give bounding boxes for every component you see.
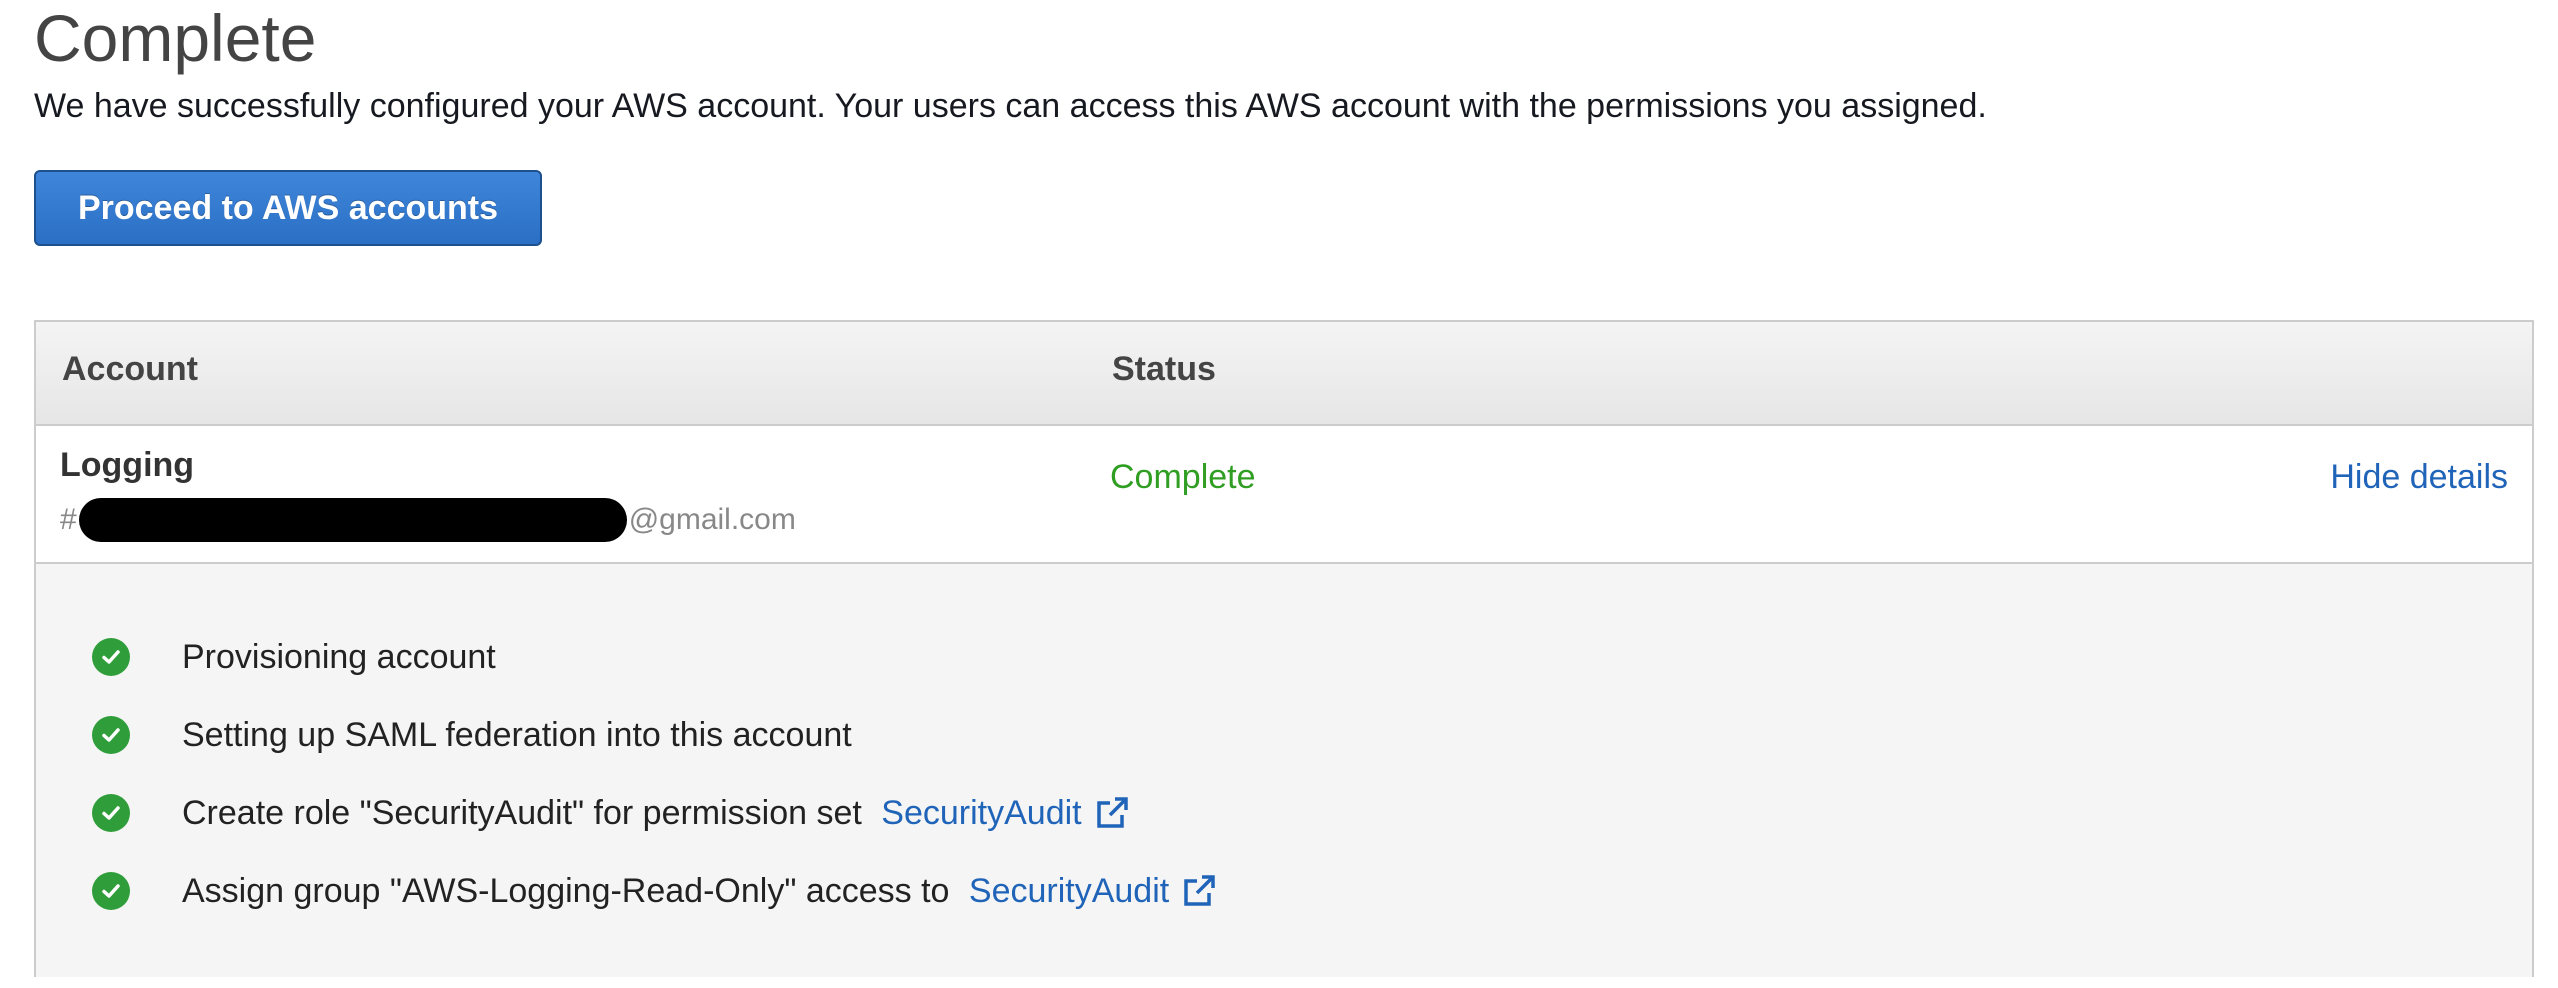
step-item-saml: Setting up SAML federation into this acc… <box>92 710 852 760</box>
column-header-status: Status <box>1112 350 1216 388</box>
account-name: Logging <box>60 446 195 484</box>
step-item-provisioning: Provisioning account <box>92 632 496 682</box>
step-text: Provisioning account <box>182 637 496 676</box>
step-item-assign-group: Assign group "AWS-Logging-Read-Only" acc… <box>92 866 1219 916</box>
step-text: Setting up SAML federation into this acc… <box>182 715 852 754</box>
check-circle-icon <box>92 872 130 910</box>
page-subtitle: We have successfully configured your AWS… <box>34 87 1987 125</box>
check-circle-icon <box>92 638 130 676</box>
page-title: Complete <box>34 1 317 75</box>
accounts-table: Account Status Logging # @gmail.com Comp… <box>34 320 2534 977</box>
permission-set-link[interactable]: SecurityAudit <box>969 872 1169 911</box>
check-circle-icon <box>92 716 130 754</box>
account-email-suffix: @gmail.com <box>628 503 796 536</box>
redaction-bar <box>78 498 627 542</box>
permission-set-link[interactable]: SecurityAudit <box>881 794 1081 833</box>
proceed-to-aws-accounts-button[interactable]: Proceed to AWS accounts <box>34 170 542 246</box>
table-row: Logging # @gmail.com Complete Hide detai… <box>36 426 2532 564</box>
check-circle-icon <box>92 794 130 832</box>
account-email: # @gmail.com <box>60 498 796 542</box>
account-email-prefix: # <box>60 503 77 536</box>
status-badge: Complete <box>1110 458 1256 496</box>
details-panel: Provisioning account Setting up SAML fed… <box>36 564 2532 977</box>
step-item-create-role: Create role "SecurityAudit" for permissi… <box>92 788 1132 838</box>
external-link-icon[interactable] <box>1179 871 1219 911</box>
page: Complete We have successfully configured… <box>0 0 2558 988</box>
table-header: Account Status <box>36 322 2532 426</box>
step-text: Assign group "AWS-Logging-Read-Only" acc… <box>182 871 959 910</box>
column-header-account: Account <box>62 350 198 388</box>
external-link-icon[interactable] <box>1092 793 1132 833</box>
hide-details-link[interactable]: Hide details <box>2330 458 2508 497</box>
step-text: Create role "SecurityAudit" for permissi… <box>182 793 872 832</box>
